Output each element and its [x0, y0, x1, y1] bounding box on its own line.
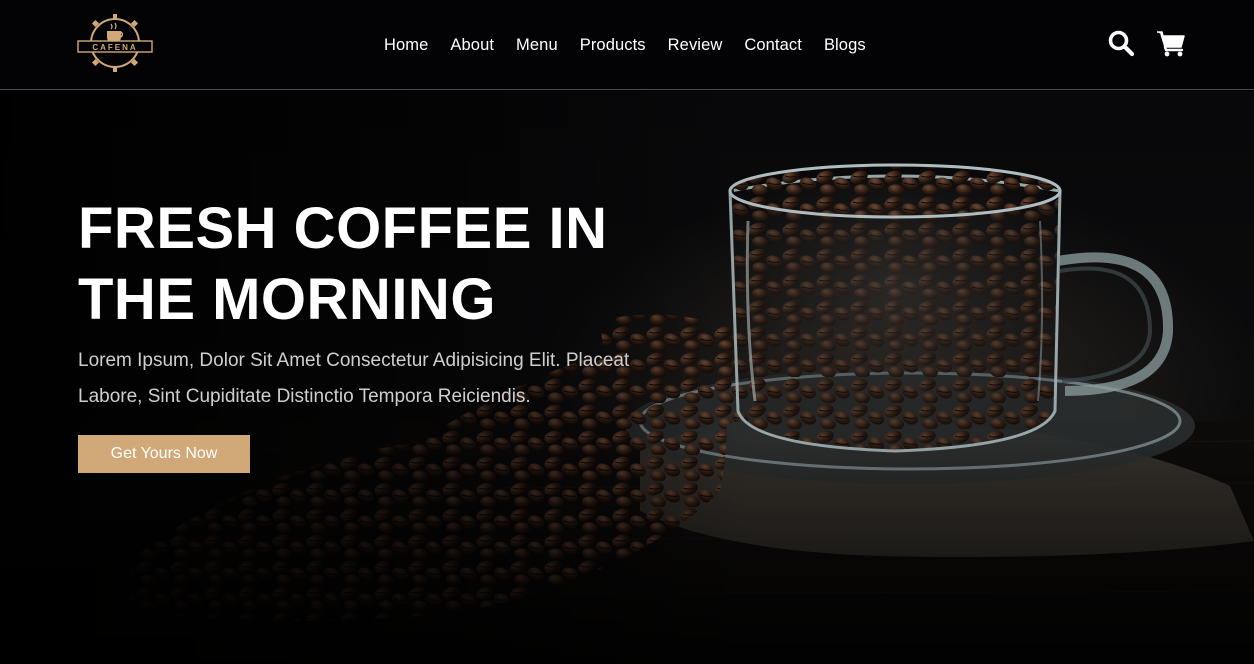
hero-title-line1: FRESH COFFEE IN [78, 196, 608, 261]
nav-contact[interactable]: Contact [733, 36, 813, 55]
get-yours-now-button[interactable]: Get Yours Now [78, 435, 250, 473]
hero-title-line2: THE MORNING [78, 267, 496, 332]
nav-review[interactable]: Review [657, 36, 734, 55]
svg-text:CAFENA: CAFENA [92, 43, 137, 52]
nav-home[interactable]: Home [373, 36, 439, 55]
nav-about[interactable]: About [439, 36, 505, 55]
hero-title: FRESH COFFEE IN THE MORNING [78, 193, 638, 335]
cafena-logo[interactable]: CAFENA [76, 10, 154, 76]
hero-section: FRESH COFFEE IN THE MORNING Lorem Ipsum,… [0, 91, 1254, 664]
header-actions [1106, 28, 1186, 58]
nav-products[interactable]: Products [569, 36, 657, 55]
main-nav: Home About Menu Products Review Contact … [373, 0, 877, 90]
hero-subtitle-line1: Lorem Ipsum, Dolor Sit Amet Consectetur … [78, 350, 630, 371]
site-header: CAFENA Home About Menu Products Review C… [0, 0, 1254, 90]
hero-subtitle-line2: Labore, Sint Cupiditate Distinctio Tempo… [78, 386, 531, 407]
search-icon [1108, 30, 1135, 57]
hero-subtitle: Lorem Ipsum, Dolor Sit Amet Consectetur … [78, 343, 658, 415]
search-button[interactable] [1106, 28, 1136, 58]
nav-blogs[interactable]: Blogs [813, 36, 877, 55]
nav-menu[interactable]: Menu [505, 36, 569, 55]
logo-badge-icon: CAFENA [77, 14, 153, 72]
cart-icon [1157, 31, 1185, 57]
cart-button[interactable] [1156, 28, 1186, 58]
